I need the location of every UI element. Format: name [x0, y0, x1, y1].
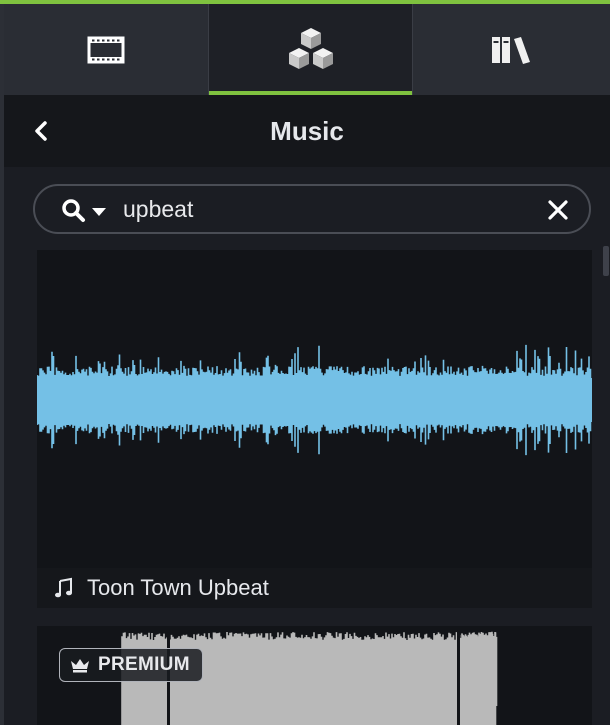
panel-header: Music: [4, 95, 610, 167]
track-footer: Toon Town Upbeat: [37, 568, 592, 608]
close-icon: [548, 200, 568, 220]
books-icon: [491, 36, 530, 64]
track-title: Toon Town Upbeat: [87, 575, 269, 600]
film-icon: [87, 36, 125, 63]
cubes-icon: [288, 27, 333, 69]
tab-bar: [4, 4, 610, 95]
tab-books[interactable]: [413, 4, 610, 95]
search-input[interactable]: [123, 194, 523, 224]
search-icon[interactable]: [61, 198, 87, 224]
tab-media[interactable]: [4, 4, 208, 95]
caret-down-icon[interactable]: [91, 207, 107, 217]
music-result-card-premium[interactable]: PREMIUM: [37, 626, 592, 725]
search-bar: [33, 184, 591, 234]
waveform: [37, 344, 592, 456]
tab-library[interactable]: [208, 4, 413, 95]
crown-icon: [71, 659, 89, 673]
clear-search-button[interactable]: [545, 197, 571, 223]
music-note-icon: [55, 577, 72, 598]
premium-badge: PREMIUM: [59, 648, 203, 682]
page-title: Music: [270, 116, 344, 146]
music-result-card[interactable]: Toon Town Upbeat: [37, 250, 592, 608]
premium-label: PREMIUM: [98, 654, 190, 675]
scrollbar-thumb[interactable]: [603, 246, 609, 276]
